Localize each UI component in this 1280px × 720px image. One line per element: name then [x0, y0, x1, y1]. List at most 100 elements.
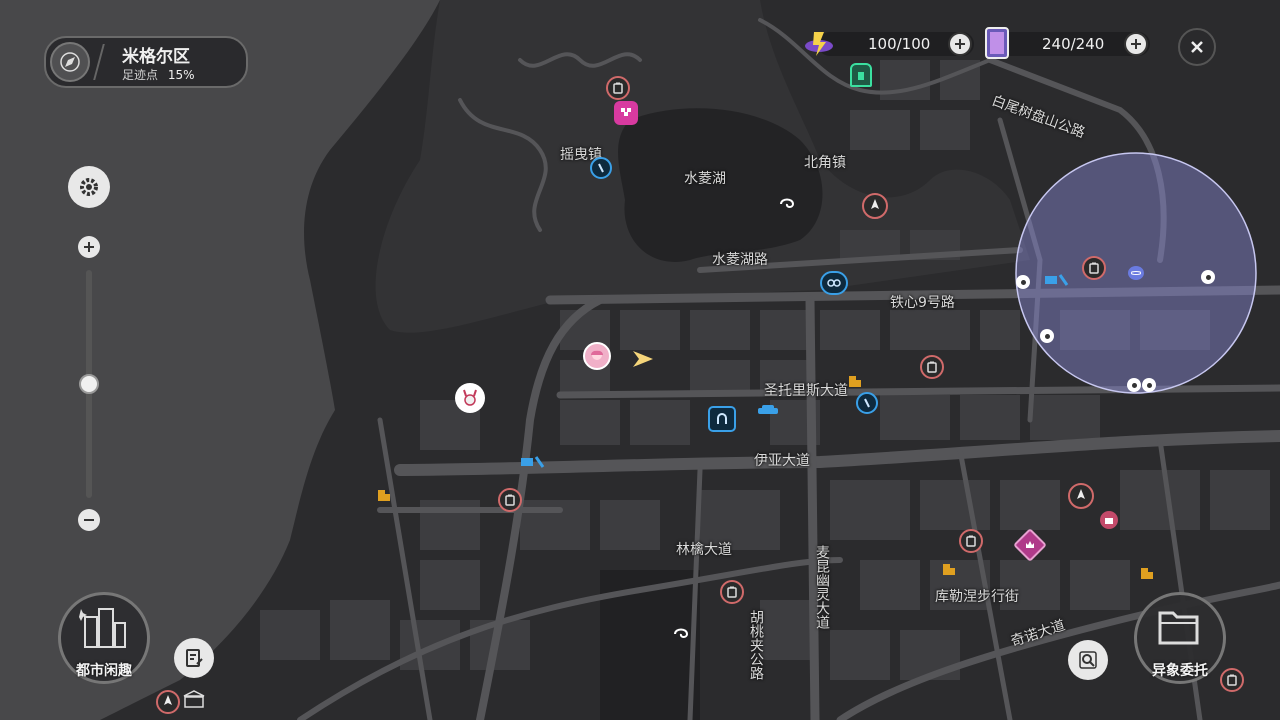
dot-icon — [1044, 333, 1050, 339]
building-icon — [943, 564, 955, 575]
planet-pin[interactable] — [1128, 266, 1144, 280]
card-icon — [984, 26, 1010, 60]
collectible-dot[interactable] — [1127, 378, 1141, 392]
label-maikun-avenue: 麦昆幽灵大道 — [814, 545, 830, 629]
rocket-pin[interactable] — [156, 690, 180, 714]
swirl-pin[interactable] — [671, 624, 691, 644]
swirl-pin[interactable] — [777, 194, 797, 214]
small-shop-pin[interactable] — [1100, 511, 1118, 529]
building-pin[interactable] — [1138, 563, 1156, 581]
magnet-icon — [717, 413, 727, 424]
hollow-zero-pin[interactable] — [708, 406, 736, 432]
direction-arrow-icon — [633, 351, 653, 367]
battery-value: 100/100 — [868, 35, 931, 53]
blue-point-pin[interactable] — [590, 157, 612, 179]
dot-icon — [1131, 382, 1137, 388]
shop-pin[interactable] — [720, 580, 744, 604]
gate-icon — [858, 72, 864, 80]
blue-point-pin[interactable] — [856, 392, 878, 414]
compass-button[interactable] — [50, 42, 90, 82]
wrench-icon — [521, 456, 545, 468]
label-tiexin-road: 铁心9号路 — [890, 295, 955, 311]
bunny-character-icon — [463, 389, 477, 406]
car-icon — [758, 405, 778, 414]
collectible-dot[interactable] — [1040, 329, 1054, 343]
plus-icon — [84, 242, 94, 252]
collectible-dot[interactable] — [1201, 270, 1215, 284]
close-button[interactable] — [1178, 28, 1216, 66]
shop-pin[interactable] — [1082, 256, 1106, 280]
add-card-button[interactable] — [1124, 32, 1148, 56]
memo-button[interactable] — [174, 638, 214, 678]
label-shuiling-road: 水菱湖路 — [712, 252, 768, 268]
notepad-edit-icon — [186, 649, 203, 667]
swirl-icon — [674, 628, 689, 638]
map-screen: 摇曳镇 水菱湖 北角镇 水菱湖路 铁心9号路 白尾树盘山公路 圣托里斯大道 伊亚… — [0, 0, 1280, 720]
repair-pin[interactable] — [520, 453, 546, 471]
shop-icon — [613, 82, 623, 94]
rocket-icon — [164, 695, 172, 705]
repair-pin[interactable] — [1044, 271, 1070, 289]
shop-icon — [927, 361, 937, 373]
zoom-slider-handle[interactable] — [79, 374, 99, 394]
zoom-in-button[interactable] — [78, 236, 100, 258]
label-yiya-avenue: 伊亚大道 — [754, 453, 810, 469]
collectible-dot[interactable] — [1142, 378, 1156, 392]
building-pin[interactable] — [940, 559, 958, 577]
add-battery-button[interactable] — [948, 32, 972, 56]
crown-icon — [1026, 541, 1034, 548]
bank-icon — [183, 690, 205, 708]
dot-icon — [1205, 274, 1211, 280]
rocket-pin[interactable] — [862, 193, 888, 219]
label-kule-pedestrian: 库勒涅步行街 — [935, 589, 1019, 605]
shop-pin[interactable] — [498, 488, 522, 512]
blue-point-pin[interactable] — [820, 271, 848, 295]
anomaly-commission-label: 异象委托 — [1152, 663, 1208, 679]
info-icon — [598, 163, 604, 173]
label-beijiao-town: 北角镇 — [804, 155, 846, 171]
shop-pin[interactable] — [959, 529, 983, 553]
compass-icon — [60, 52, 80, 72]
player-avatar-pin[interactable] — [583, 342, 611, 370]
teleport-gate-pin[interactable] — [850, 63, 872, 87]
info-icon — [864, 398, 870, 408]
label-shengtuo-avenue: 圣托里斯大道 — [764, 383, 848, 399]
checkered-flag-icon — [621, 108, 631, 116]
shop-pin[interactable] — [1220, 668, 1244, 692]
npc-avatar-pin[interactable] — [455, 383, 485, 413]
car-pin[interactable] — [756, 402, 780, 418]
shop-icon — [1089, 262, 1099, 274]
player-direction-marker — [630, 348, 656, 370]
building-pin[interactable] — [375, 485, 393, 503]
shop-icon — [1227, 674, 1237, 686]
bank-pin[interactable] — [181, 688, 207, 710]
gear-icon — [80, 178, 98, 196]
shop-pin[interactable] — [920, 355, 944, 379]
settings-button[interactable] — [68, 166, 110, 208]
shop-icon — [505, 494, 515, 506]
rocket-pin[interactable] — [1068, 483, 1094, 509]
battery-icon — [802, 26, 836, 60]
shop-pin[interactable] — [606, 76, 630, 100]
district-name: 米格尔区 — [122, 47, 190, 67]
city-leisure-label: 都市闲趣 — [76, 663, 132, 679]
collectible-dot[interactable] — [1016, 275, 1030, 289]
plus-icon — [1131, 39, 1141, 49]
location-panel[interactable]: 米格尔区 足迹点 15% — [44, 36, 248, 88]
folder-icon — [1158, 611, 1199, 645]
search-location-button[interactable] — [1068, 640, 1108, 680]
double-circle-icon — [827, 279, 841, 287]
card-resource: 240/240 — [985, 27, 1150, 59]
zoom-out-button[interactable] — [78, 509, 100, 531]
dot-icon — [1020, 279, 1026, 285]
race-flag-pin[interactable] — [614, 101, 638, 125]
building-icon — [1141, 568, 1153, 579]
city-buildings-icon — [79, 608, 126, 648]
close-icon — [1191, 41, 1203, 53]
label-hutao-highway: 胡桃夹公路 — [748, 610, 764, 680]
planet-icon — [1131, 271, 1141, 275]
character-face-icon — [591, 350, 603, 360]
search-icon — [1079, 651, 1097, 669]
building-pin[interactable] — [846, 371, 864, 389]
building-icon — [378, 490, 390, 501]
